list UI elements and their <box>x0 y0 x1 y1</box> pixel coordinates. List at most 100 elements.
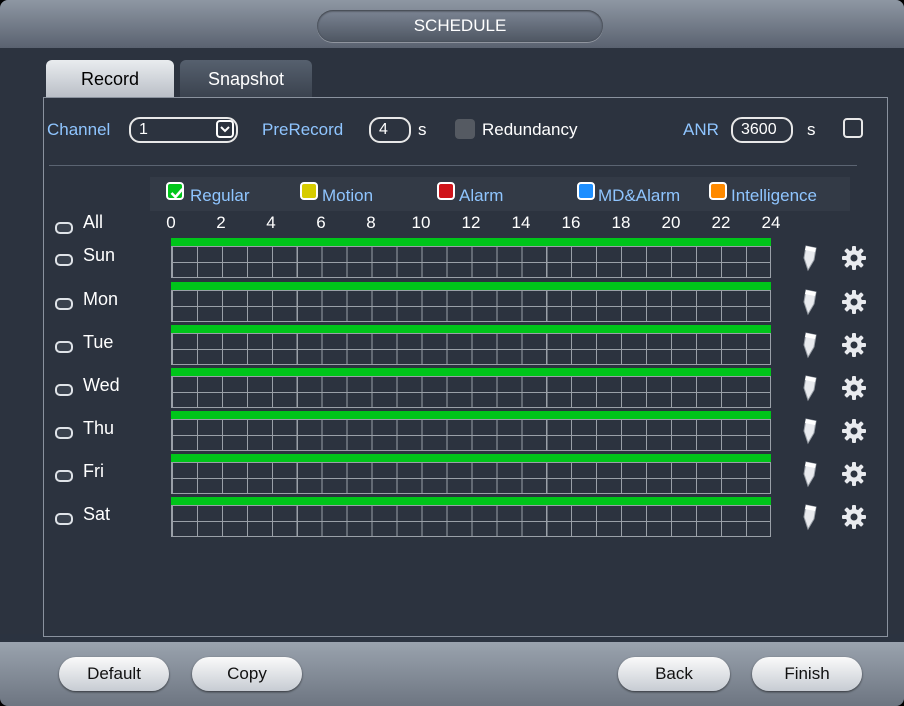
schedule-row[interactable] <box>171 497 771 537</box>
all-days-toggle[interactable] <box>55 222 73 234</box>
day-toggle-wed[interactable] <box>55 384 73 396</box>
channel-label: Channel <box>47 120 111 139</box>
day-toggle-thu[interactable] <box>55 427 73 439</box>
pencil-icon[interactable] <box>798 417 822 445</box>
hour-tick: 6 <box>316 213 326 232</box>
prerecord-label: PreRecord <box>262 120 344 139</box>
day-toggle-sun[interactable] <box>55 254 73 266</box>
regular-record-bar <box>171 411 771 419</box>
regular-record-bar <box>171 454 771 462</box>
intelligence-checkbox[interactable] <box>709 182 727 200</box>
day-toggle-fri[interactable] <box>55 470 73 482</box>
schedule-row[interactable] <box>171 411 771 451</box>
title-bar: SCHEDULE <box>0 0 904 48</box>
redundancy-label: Redundancy <box>482 120 578 139</box>
pencil-icon[interactable] <box>798 288 822 316</box>
legend-intelligence-label: Intelligence <box>731 186 818 205</box>
default-button[interactable]: Default <box>59 657 169 691</box>
motion-checkbox[interactable] <box>300 182 318 200</box>
time-grid[interactable] <box>171 462 771 494</box>
legend-motion-label: Motion <box>322 186 374 205</box>
window-title: SCHEDULE <box>317 10 603 42</box>
hour-tick: 2 <box>216 213 226 232</box>
pencil-icon[interactable] <box>798 460 822 488</box>
time-grid[interactable] <box>171 505 771 537</box>
tab-snapshot[interactable]: Snapshot <box>180 60 312 98</box>
time-grid[interactable] <box>171 290 771 322</box>
copy-button[interactable]: Copy <box>192 657 302 691</box>
day-label: Thu <box>83 418 115 438</box>
prerecord-unit: s <box>418 120 427 139</box>
hour-tick: 22 <box>711 213 731 232</box>
anr-value: 3600 <box>741 121 777 138</box>
hour-tick: 8 <box>366 213 376 232</box>
hour-tick: 18 <box>611 213 631 232</box>
day-label: Sun <box>83 245 116 265</box>
anr-unit: s <box>807 120 816 139</box>
hour-tick: 20 <box>661 213 681 232</box>
regular-record-bar <box>171 497 771 505</box>
gear-icon[interactable] <box>841 461 867 487</box>
hour-tick: 0 <box>166 213 176 232</box>
hour-tick: 16 <box>561 213 581 232</box>
time-grid[interactable] <box>171 419 771 451</box>
anr-checkbox[interactable] <box>843 118 863 138</box>
gear-icon[interactable] <box>841 332 867 358</box>
check-icon <box>170 188 184 199</box>
hour-tick: 4 <box>266 213 276 232</box>
channel-value: 1 <box>139 121 148 138</box>
pencil-icon[interactable] <box>798 244 822 272</box>
finish-button[interactable]: Finish <box>752 657 862 691</box>
time-grid[interactable] <box>171 376 771 408</box>
schedule-row[interactable] <box>171 454 771 494</box>
anr-label: ANR <box>683 120 719 139</box>
pencil-icon[interactable] <box>798 374 822 402</box>
legend-md-alarm-label: MD&Alarm <box>598 186 681 205</box>
prerecord-value: 4 <box>379 121 388 138</box>
md-alarm-checkbox[interactable] <box>577 182 595 200</box>
schedule-window: SCHEDULE Record Snapshot Channel 1 PreRe… <box>0 0 904 706</box>
schedule-row[interactable] <box>171 368 771 408</box>
day-label: Sat <box>83 504 111 524</box>
schedule-row[interactable] <box>171 325 771 365</box>
day-toggle-sat[interactable] <box>55 513 73 525</box>
channel-select[interactable]: 1 <box>129 117 238 143</box>
day-toggle-tue[interactable] <box>55 341 73 353</box>
back-button[interactable]: Back <box>618 657 730 691</box>
alarm-checkbox[interactable] <box>437 182 455 200</box>
anr-input[interactable]: 3600 <box>731 117 793 143</box>
time-grid[interactable] <box>171 246 771 278</box>
gear-icon[interactable] <box>841 245 867 271</box>
legend-regular-label: Regular <box>190 186 250 205</box>
legend-alarm-label: Alarm <box>459 186 504 205</box>
day-toggle-mon[interactable] <box>55 298 73 310</box>
schedule-row[interactable] <box>171 282 771 322</box>
schedule-row[interactable] <box>171 238 771 278</box>
pencil-icon[interactable] <box>798 331 822 359</box>
regular-record-bar <box>171 325 771 333</box>
regular-record-bar <box>171 238 771 246</box>
hour-tick: 14 <box>511 213 531 232</box>
pencil-icon[interactable] <box>798 503 822 531</box>
day-label: Wed <box>83 375 120 395</box>
prerecord-input[interactable]: 4 <box>369 117 411 143</box>
regular-record-bar <box>171 282 771 290</box>
day-label: Mon <box>83 289 119 309</box>
chevron-down-icon <box>216 120 234 138</box>
day-label: Fri <box>83 461 104 481</box>
gear-icon[interactable] <box>841 418 867 444</box>
gear-icon[interactable] <box>841 375 867 401</box>
hour-tick: 10 <box>411 213 431 232</box>
regular-checkbox[interactable] <box>166 182 184 200</box>
hour-tick: 12 <box>461 213 481 232</box>
gear-icon[interactable] <box>841 504 867 530</box>
redundancy-checkbox[interactable] <box>455 119 475 139</box>
time-grid[interactable] <box>171 333 771 365</box>
gear-icon[interactable] <box>841 289 867 315</box>
day-label: Tue <box>83 332 114 352</box>
divider <box>49 165 857 166</box>
all-label: All <box>83 212 104 232</box>
hour-tick: 24 <box>761 213 781 232</box>
regular-record-bar <box>171 368 771 376</box>
tab-record[interactable]: Record <box>46 60 174 98</box>
